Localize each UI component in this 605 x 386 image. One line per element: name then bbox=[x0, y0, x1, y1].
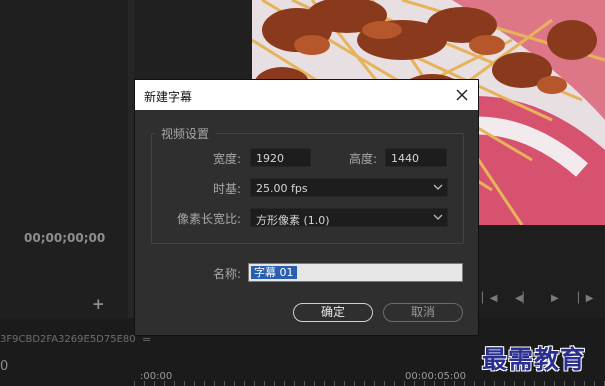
new-title-dialog: 新建字幕 视频设置 宽度: 1920 高度: 1440 时基: 25.00 fp… bbox=[135, 80, 478, 335]
add-icon[interactable]: + bbox=[92, 295, 105, 313]
width-label: 宽度: bbox=[212, 152, 241, 166]
timeline-timecode: 0 bbox=[0, 359, 9, 374]
pixel-aspect-select[interactable]: 方形像素 (1.0) bbox=[250, 208, 448, 227]
timeline-ruler[interactable] bbox=[134, 381, 605, 386]
timebase-label: 时基: bbox=[212, 182, 241, 196]
dialog-titlebar[interactable]: 新建字幕 bbox=[135, 80, 478, 110]
timebase-value: 25.00 fps bbox=[256, 182, 308, 195]
project-panel bbox=[0, 0, 128, 318]
step-forward-icon[interactable]: ▏▶ bbox=[578, 293, 593, 304]
height-input[interactable]: 1440 bbox=[385, 148, 447, 167]
watermark-logo: 最需教育 bbox=[482, 345, 587, 374]
step-back-icon[interactable]: ▏◀ bbox=[482, 293, 497, 304]
name-input-selected-text: 字幕 01 bbox=[251, 266, 297, 279]
pixel-aspect-value: 方形像素 (1.0) bbox=[256, 214, 330, 227]
name-label: 名称: bbox=[212, 267, 241, 281]
close-icon[interactable] bbox=[452, 85, 472, 105]
chevron-down-icon bbox=[433, 184, 443, 190]
pixel-aspect-label: 像素长宽比: bbox=[176, 212, 241, 226]
timebase-select[interactable]: 25.00 fps bbox=[250, 178, 448, 197]
dialog-title: 新建字幕 bbox=[144, 90, 193, 104]
width-input[interactable]: 1920 bbox=[250, 148, 311, 167]
transport-controls: ▏◀ ◀▏ ▶ ▏▶ bbox=[478, 293, 605, 309]
video-settings-legend: 视频设置 bbox=[155, 125, 216, 142]
cancel-button[interactable]: 取消 bbox=[383, 303, 463, 322]
source-timecode: 00;00;00;00 bbox=[24, 231, 106, 245]
marker-in-icon[interactable]: ◀▏ bbox=[515, 293, 530, 304]
height-label: 高度: bbox=[348, 152, 377, 166]
name-input[interactable]: 字幕 01 bbox=[248, 263, 463, 282]
sequence-id-label: 3F9CBD2FA3269E5D75E80 bbox=[0, 334, 136, 345]
play-icon[interactable]: ▶ bbox=[551, 293, 559, 304]
ok-button[interactable]: 确定 bbox=[293, 303, 373, 322]
chevron-down-icon bbox=[433, 214, 443, 220]
